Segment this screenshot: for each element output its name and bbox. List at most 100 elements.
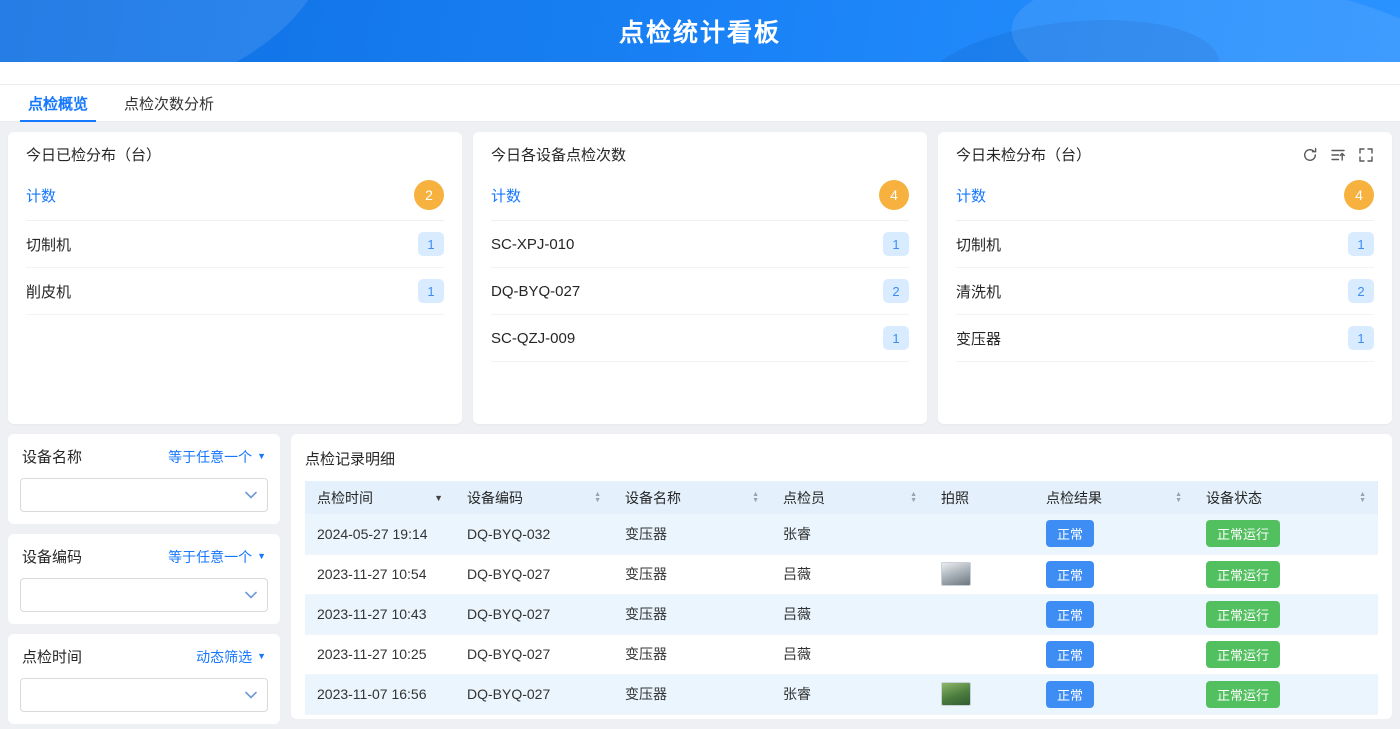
- device-name-select[interactable]: [20, 478, 268, 512]
- sort-icon[interactable]: ▲ ▼: [594, 491, 601, 504]
- caret-down-icon: ▼: [257, 551, 266, 561]
- filter-device-name: 设备名称 等于任意一个 ▼: [8, 434, 280, 524]
- filter-panel: 设备名称 等于任意一个 ▼ 设备编码 等于任意一个 ▼ 点检时间 动态筛选 ▼: [8, 434, 280, 724]
- card-title: 今日已检分布（台）: [26, 147, 162, 164]
- caret-down-icon: ▼: [257, 451, 266, 461]
- result-badge: 正常: [1046, 640, 1095, 668]
- page-header: 点检统计看板: [0, 0, 1400, 62]
- cell-time: 2023-11-27 10:43: [305, 594, 455, 635]
- item-count-badge: 1: [418, 279, 444, 303]
- item-label: 清洗机: [956, 283, 1002, 301]
- filter-operator-dropdown[interactable]: 等于任意一个 ▼: [168, 447, 266, 467]
- chevron-down-icon: [245, 591, 257, 599]
- item-count-badge: 1: [883, 326, 909, 350]
- table-row[interactable]: 2023-11-27 10:25 DQ-BYQ-027 变压器 吕薇 正常 正常…: [305, 634, 1378, 675]
- inspect-time-select[interactable]: [20, 678, 268, 712]
- page-title: 点检统计看板: [618, 19, 781, 47]
- count-link[interactable]: 计数: [956, 185, 986, 206]
- cell-code: DQ-BYQ-027: [455, 674, 613, 715]
- cell-name: 变压器: [613, 514, 771, 555]
- item-count-badge: 2: [1348, 279, 1374, 303]
- tab-count-analysis[interactable]: 点检次数分析: [106, 85, 232, 121]
- filter-operator-dropdown[interactable]: 动态筛选 ▼: [196, 647, 266, 667]
- count-link[interactable]: 计数: [26, 185, 56, 206]
- cell-photo: [929, 674, 1034, 715]
- cell-name: 变压器: [613, 594, 771, 635]
- cell-name: 变压器: [613, 634, 771, 675]
- table-header-row: 点检时间 ▼ 设备编码 ▲ ▼ 设备名称 ▲ ▼ 点检员 ▲ ▼ 拍照 点检结果 ▲ ▼ 设备状态…: [305, 481, 1378, 514]
- table-title: 点检记录明细: [305, 451, 396, 468]
- stat-cards-row: 今日已检分布（台） 计数 2 切制机 1 削皮机 1 今日各设备点检次数 计数 …: [8, 132, 1392, 424]
- column-header: 拍照: [941, 489, 969, 506]
- cell-code: DQ-BYQ-027: [455, 554, 613, 595]
- photo-thumbnail[interactable]: [941, 682, 971, 706]
- list-item[interactable]: 清洗机 2: [956, 268, 1374, 315]
- cell-time: 2023-11-27 10:25: [305, 634, 455, 675]
- inspection-records-table: 点检时间 ▼ 设备编码 ▲ ▼ 设备名称 ▲ ▼ 点检员 ▲ ▼ 拍照 点检结果 ▲ ▼ 设备状态…: [305, 481, 1378, 715]
- card-device-check-counts: 今日各设备点检次数 计数 4 SC-XPJ-010 1 DQ-BYQ-027 2…: [473, 132, 927, 424]
- item-label: 切制机: [956, 236, 1002, 254]
- column-header: 点检结果: [1046, 489, 1102, 506]
- list-item[interactable]: 变压器 1: [956, 315, 1374, 362]
- cell-time: 2023-11-27 10:54: [305, 554, 455, 595]
- cell-inspector: 吕薇: [771, 634, 929, 675]
- photo-thumbnail[interactable]: [941, 562, 971, 586]
- result-badge: 正常: [1046, 600, 1095, 628]
- list-item[interactable]: 切制机 1: [26, 221, 444, 268]
- table-row[interactable]: 2023-11-27 10:43 DQ-BYQ-027 变压器 吕薇 正常 正常…: [305, 594, 1378, 635]
- card-title: 今日未检分布（台）: [956, 147, 1092, 164]
- sort-icon[interactable]: ▲ ▼: [1359, 491, 1366, 504]
- column-header: 设备编码: [467, 489, 523, 506]
- cell-time: 2024-05-27 19:14: [305, 514, 455, 555]
- header-spacer: [0, 62, 1400, 84]
- fullscreen-icon[interactable]: [1358, 147, 1374, 163]
- sort-desc-icon[interactable]: ▼: [434, 493, 443, 503]
- cell-code: DQ-BYQ-027: [455, 634, 613, 675]
- result-badge: 正常: [1046, 560, 1095, 588]
- item-label: 切制机: [26, 236, 72, 254]
- list-item[interactable]: SC-QZJ-009 1: [491, 315, 909, 362]
- cell-photo: [929, 554, 1034, 595]
- cell-inspector: 张睿: [771, 674, 929, 715]
- filter-label: 点检时间: [22, 649, 83, 666]
- item-label: SC-QZJ-009: [491, 329, 576, 347]
- sort-icon[interactable]: ▲ ▼: [910, 491, 917, 504]
- list-item[interactable]: 切制机 1: [956, 221, 1374, 268]
- column-header: 点检时间: [317, 489, 373, 506]
- sort-icon[interactable]: ▲ ▼: [752, 491, 759, 504]
- table-row[interactable]: 2024-05-27 19:14 DQ-BYQ-032 变压器 张睿 正常 正常…: [305, 514, 1378, 555]
- filter-label: 设备编码: [22, 549, 83, 566]
- cell-photo: [929, 594, 1034, 635]
- column-header: 点检员: [783, 489, 825, 506]
- count-link[interactable]: 计数: [491, 185, 521, 206]
- device-code-select[interactable]: [20, 578, 268, 612]
- list-item[interactable]: DQ-BYQ-027 2: [491, 268, 909, 315]
- tab-overview[interactable]: 点检概览: [10, 85, 106, 122]
- count-badge: 4: [1344, 180, 1374, 210]
- item-count-badge: 1: [883, 232, 909, 256]
- list-item[interactable]: SC-XPJ-010 1: [491, 221, 909, 268]
- sort-icon[interactable]: ▲ ▼: [1175, 491, 1182, 504]
- item-count-badge: 1: [418, 232, 444, 256]
- refresh-icon[interactable]: [1302, 147, 1318, 163]
- cell-time: 2023-11-07 16:56: [305, 674, 455, 715]
- tab-bar: 点检概览 点检次数分析: [0, 84, 1400, 122]
- list-sort-icon[interactable]: [1330, 147, 1346, 163]
- list-item[interactable]: 削皮机 1: [26, 268, 444, 315]
- item-label: 削皮机: [26, 283, 72, 301]
- banner-decoration: [915, 6, 1225, 62]
- cell-name: 变压器: [613, 674, 771, 715]
- item-count-badge: 2: [883, 279, 909, 303]
- item-count-badge: 1: [1348, 232, 1374, 256]
- cell-photo: [929, 514, 1034, 555]
- filter-device-code: 设备编码 等于任意一个 ▼: [8, 534, 280, 624]
- status-badge: 正常运行: [1206, 520, 1281, 548]
- table-row[interactable]: 2023-11-27 10:54 DQ-BYQ-027 变压器 吕薇 正常 正常…: [305, 554, 1378, 595]
- card-today-uninspected: 今日未检分布（台） 计数 4 切制机 1 清洗机 2 变压器 1: [938, 132, 1392, 424]
- table-row[interactable]: 2023-11-07 16:56 DQ-BYQ-027 变压器 张睿 正常 正常…: [305, 674, 1378, 715]
- status-badge: 正常运行: [1206, 640, 1281, 668]
- inspection-records-panel: 点检记录明细 点检时间 ▼ 设备编码 ▲ ▼ 设备名称 ▲ ▼ 点检员 ▲ ▼ 拍照 点检结果…: [291, 434, 1392, 719]
- filter-operator-dropdown[interactable]: 等于任意一个 ▼: [168, 547, 266, 567]
- status-badge: 正常运行: [1206, 600, 1281, 628]
- cell-code: DQ-BYQ-032: [455, 514, 613, 555]
